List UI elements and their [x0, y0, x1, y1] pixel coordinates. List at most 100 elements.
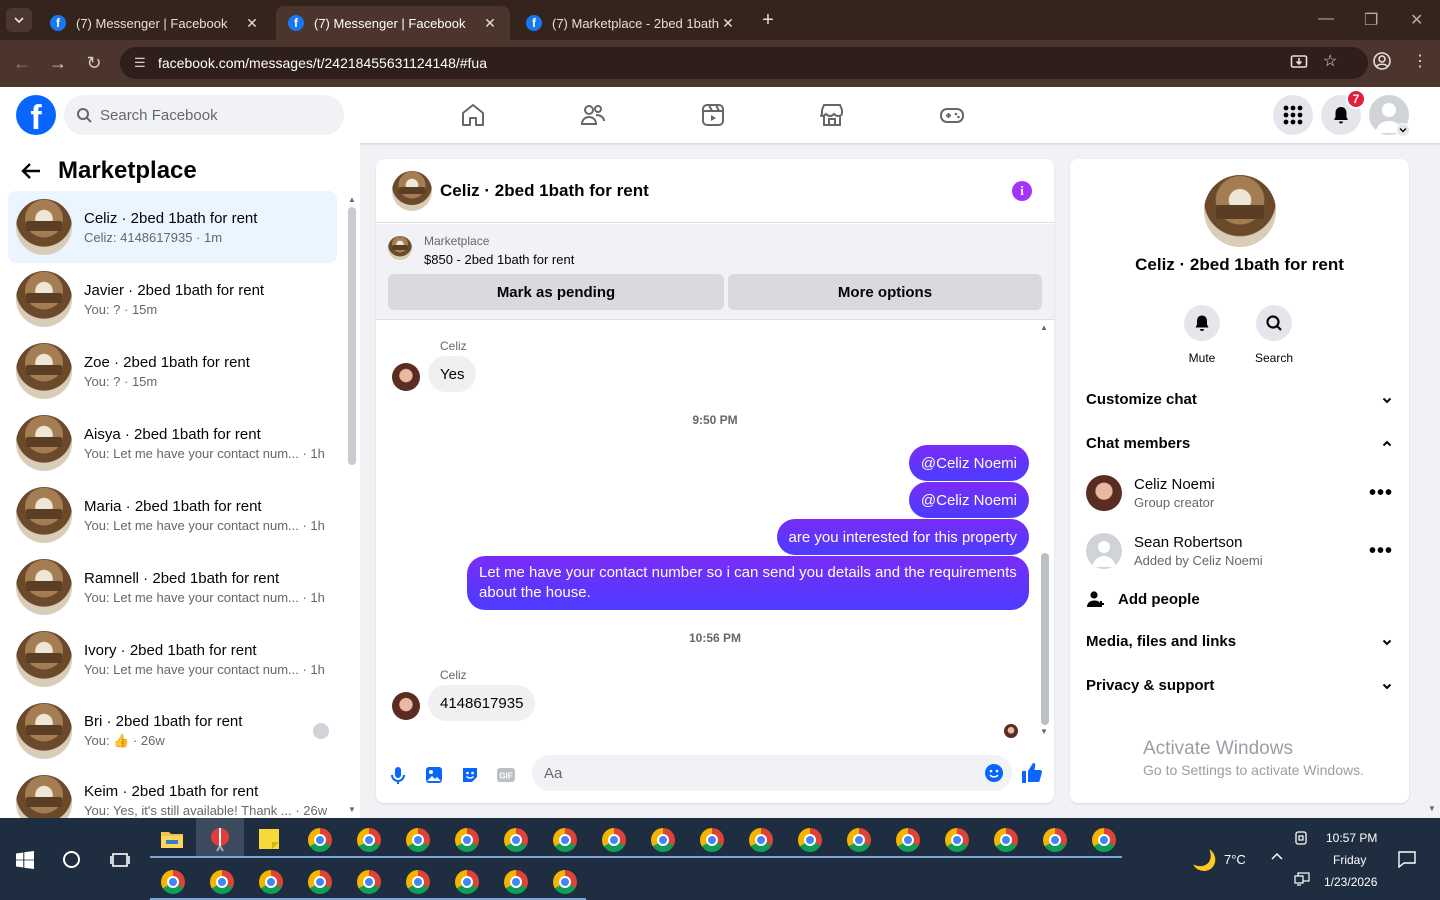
- action-center-icon[interactable]: [1398, 850, 1416, 868]
- chrome-icon[interactable]: [504, 870, 528, 894]
- chrome-icon[interactable]: [749, 828, 773, 852]
- reload-icon[interactable]: ↻: [82, 52, 106, 76]
- site-info-icon[interactable]: ☰: [134, 55, 152, 71]
- chrome-icon[interactable]: [308, 870, 332, 894]
- chrome-icon[interactable]: [259, 870, 283, 894]
- chrome-icon[interactable]: [700, 828, 724, 852]
- close-tab-icon[interactable]: ✕: [482, 15, 498, 32]
- chrome-icon[interactable]: [602, 828, 626, 852]
- show-hidden-icons-chevron[interactable]: [1270, 850, 1284, 864]
- chrome-icon[interactable]: [406, 828, 430, 852]
- conversation-item[interactable]: Javier · 2bed 1bath for rent You: ? · 15m: [8, 263, 337, 335]
- sticker-icon[interactable]: [460, 765, 480, 785]
- scroll-up-icon[interactable]: ▲: [348, 195, 356, 204]
- task-view-icon[interactable]: [110, 850, 130, 870]
- menu-dots-icon[interactable]: ⋮: [1412, 51, 1428, 71]
- install-app-icon[interactable]: [1290, 53, 1308, 71]
- profile-icon[interactable]: [1372, 51, 1392, 71]
- scroll-down-icon[interactable]: ▼: [1040, 727, 1048, 736]
- display-icon[interactable]: [1294, 830, 1308, 846]
- conversation-item[interactable]: Maria · 2bed 1bath for rent You: Let me h…: [8, 479, 337, 551]
- incoming-message[interactable]: 4148617935: [428, 685, 536, 721]
- more-options-button[interactable]: More options: [728, 274, 1042, 310]
- add-people-button[interactable]: Add people: [1086, 589, 1393, 609]
- close-tab-icon[interactable]: ✕: [720, 15, 736, 32]
- sender-avatar[interactable]: [392, 692, 420, 720]
- scroll-up-icon[interactable]: ▲: [1040, 323, 1048, 332]
- privacy-support-section[interactable]: Privacy & support: [1086, 677, 1393, 694]
- like-thumb-icon[interactable]: [1020, 761, 1044, 785]
- emoji-icon[interactable]: [984, 763, 1004, 783]
- sticky-notes-icon[interactable]: [258, 828, 286, 856]
- scroll-down-icon[interactable]: ▼: [348, 805, 356, 814]
- mark-as-pending-button[interactable]: Mark as pending: [388, 274, 724, 310]
- chrome-icon[interactable]: [945, 828, 969, 852]
- search-in-chat-button[interactable]: Search: [1244, 305, 1304, 365]
- chrome-icon[interactable]: [504, 828, 528, 852]
- chrome-icon[interactable]: [1043, 828, 1067, 852]
- customize-chat-section[interactable]: Customize chat: [1086, 391, 1393, 408]
- tab-search-button[interactable]: [6, 8, 32, 32]
- outgoing-message[interactable]: Let me have your contact number so i can…: [467, 556, 1029, 610]
- close-tab-icon[interactable]: ✕: [244, 15, 260, 32]
- member-row[interactable]: Sean Robertson Added by Celiz Noemi •••: [1086, 529, 1393, 573]
- gaming-icon[interactable]: [938, 101, 966, 129]
- back-arrow-icon[interactable]: ←: [10, 52, 34, 76]
- browser-tab-3[interactable]: f (7) Marketplace - 2bed 1bath fo ✕: [514, 6, 748, 40]
- chrome-icon[interactable]: [847, 828, 871, 852]
- photo-icon[interactable]: [424, 765, 444, 785]
- microphone-icon[interactable]: [388, 765, 408, 785]
- new-tab-button[interactable]: +: [757, 10, 779, 32]
- back-arrow-icon[interactable]: [20, 160, 44, 182]
- conversation-item[interactable]: Ramnell · 2bed 1bath for rent You: Let me…: [8, 551, 337, 623]
- chrome-icon[interactable]: [896, 828, 920, 852]
- video-icon[interactable]: [699, 101, 727, 129]
- chrome-icon[interactable]: [210, 870, 234, 894]
- weather-temp[interactable]: 7°C: [1224, 852, 1246, 867]
- minimize-icon[interactable]: —: [1318, 10, 1334, 28]
- sender-avatar[interactable]: [392, 363, 420, 391]
- conversation-item[interactable]: Ivory · 2bed 1bath for rent You: Let me h…: [8, 623, 337, 695]
- more-dots-icon[interactable]: •••: [1369, 540, 1393, 563]
- chrome-icon[interactable]: [553, 870, 577, 894]
- conversation-scrollbar[interactable]: [348, 207, 356, 465]
- outgoing-message[interactable]: @Celiz Noemi: [908, 482, 1029, 518]
- chat-avatar[interactable]: [392, 170, 432, 211]
- more-dots-icon[interactable]: •••: [1369, 482, 1393, 505]
- browser-tab-1[interactable]: f (7) Messenger | Facebook ✕: [38, 6, 272, 40]
- account-chevron-icon[interactable]: [1396, 123, 1410, 137]
- address-bar[interactable]: ☰ facebook.com/messages/t/24218455631124…: [120, 47, 1368, 79]
- chat-profile-image[interactable]: [1204, 175, 1276, 247]
- chrome-icon[interactable]: [455, 870, 479, 894]
- outgoing-message[interactable]: @Celiz Noemi: [908, 445, 1029, 481]
- chat-members-section[interactable]: Chat members: [1086, 435, 1393, 452]
- file-explorer-icon[interactable]: [160, 828, 188, 856]
- windows-start-icon[interactable]: [16, 851, 34, 869]
- chrome-icon[interactable]: [798, 828, 822, 852]
- chrome-icon[interactable]: [406, 870, 430, 894]
- message-input[interactable]: Aa: [532, 755, 1012, 791]
- chrome-icon[interactable]: [357, 828, 381, 852]
- chrome-icon[interactable]: [1092, 828, 1116, 852]
- search-circle-icon[interactable]: [63, 851, 80, 868]
- chat-title[interactable]: Celiz · 2bed 1bath for rent: [440, 181, 649, 201]
- friends-icon[interactable]: [579, 101, 607, 129]
- clock-date[interactable]: 1/23/2026: [1324, 875, 1377, 889]
- mute-button[interactable]: Mute: [1172, 305, 1232, 365]
- conversation-item[interactable]: Aisya · 2bed 1bath for rent You: Let me h…: [8, 407, 337, 479]
- conversation-item[interactable]: Bri · 2bed 1bath for rent You: 👍 · 26w: [8, 695, 337, 767]
- conversation-item[interactable]: Keim · 2bed 1bath for rent You: Yes, it's…: [8, 767, 337, 819]
- outgoing-message[interactable]: are you interested for this property: [776, 519, 1029, 555]
- clock-time[interactable]: 10:57 PM: [1326, 831, 1377, 845]
- listing-title[interactable]: $850 - 2bed 1bath for rent: [424, 252, 574, 267]
- chrome-icon[interactable]: [455, 828, 479, 852]
- weather-moon-icon[interactable]: 🌙: [1192, 848, 1217, 873]
- chrome-icon[interactable]: [994, 828, 1018, 852]
- menu-grid-icon[interactable]: [1273, 95, 1313, 135]
- browser-tab-2[interactable]: f (7) Messenger | Facebook ✕: [276, 6, 510, 40]
- search-input[interactable]: Search Facebook: [64, 95, 344, 135]
- chrome-icon[interactable]: [651, 828, 675, 852]
- forward-arrow-icon[interactable]: →: [46, 52, 70, 76]
- media-files-section[interactable]: Media, files and links: [1086, 633, 1393, 650]
- scroll-down-icon[interactable]: ▼: [1428, 804, 1436, 813]
